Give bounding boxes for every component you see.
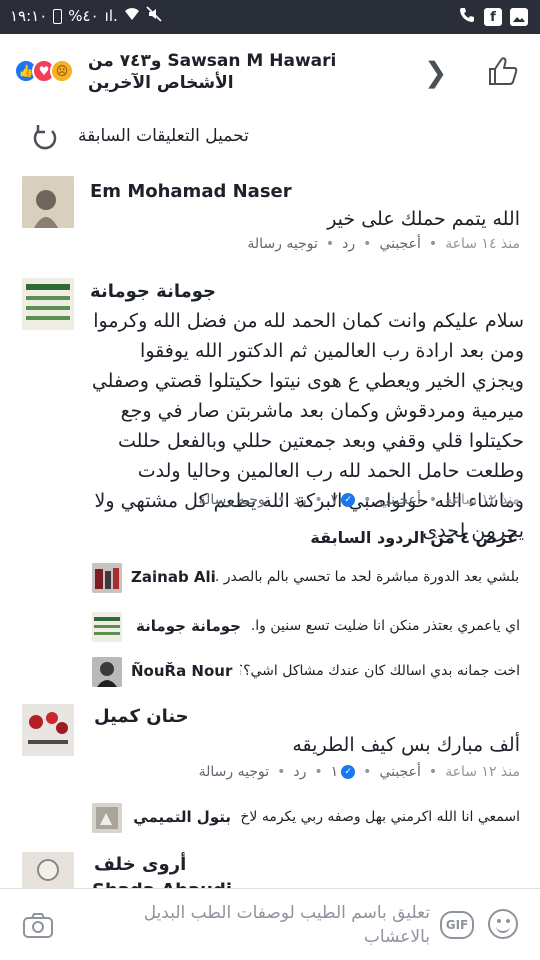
avatar[interactable] bbox=[92, 563, 122, 593]
sad-reaction-icon: ☹ bbox=[50, 59, 74, 83]
reply-author: Zainab Ali bbox=[131, 568, 216, 586]
reply-item[interactable]: بتول التميمي اسمعي انا الله اكرمني بهل و… bbox=[0, 803, 540, 833]
comment-text: ألف مبارك بس كيف الطريقه bbox=[292, 734, 520, 756]
reply-item[interactable]: ÑouŘa Nour اخت جمانه بدي اسالك كان عندك … bbox=[0, 657, 540, 687]
reply-link[interactable]: رد bbox=[293, 764, 306, 780]
avatar[interactable] bbox=[22, 852, 74, 888]
comment-meta: منذ ١٢ ساعة • أعجبني • ✓ ٧ • رد • توجيه ر… bbox=[198, 492, 520, 508]
comment: أروى خلف Shada Abaudi bbox=[0, 852, 540, 888]
reply-link[interactable]: رد bbox=[342, 236, 355, 252]
thumbs-up-icon bbox=[489, 57, 518, 85]
avatar[interactable] bbox=[22, 176, 74, 228]
wifi-icon bbox=[124, 7, 140, 25]
comment-input[interactable]: تعليق باسم الطيب لوصفات الطب البديل بالا… bbox=[130, 901, 430, 949]
comment-author[interactable]: أروى خلف bbox=[94, 854, 186, 875]
comment-time: منذ ١٤ ساعة bbox=[445, 236, 520, 252]
battery-level: %٤٠ bbox=[68, 7, 99, 25]
reply-author: بتول التميمي bbox=[133, 808, 231, 826]
avatar[interactable] bbox=[22, 278, 74, 330]
gallery-icon bbox=[510, 8, 528, 26]
emoji-icon[interactable] bbox=[488, 909, 518, 939]
message-link[interactable]: توجيه رسالة bbox=[199, 492, 270, 508]
comment-meta: منذ ١٢ ساعة • أعجبني • ✓ ١ • رد • توجيه ر… bbox=[198, 764, 520, 780]
reaction-count[interactable]: ✓ ١ bbox=[331, 764, 356, 780]
like-reaction-icon: ✓ bbox=[341, 765, 356, 779]
reply-text: بلشي بعد الدورة مباشرة لحد ما تحسي بالم … bbox=[206, 569, 520, 585]
phone-icon bbox=[458, 6, 476, 28]
like-link[interactable]: أعجبني bbox=[379, 236, 420, 252]
comment-time: منذ ١٢ ساعة bbox=[445, 764, 520, 780]
reactions-text[interactable]: Sawsan M Hawari و٧٤٣ من الأشخاص الآخرين bbox=[88, 50, 388, 94]
reply-text: اخت جمانه بدي اسالك كان عندك مشاكل اشي؟؟… bbox=[240, 663, 520, 679]
comment-text: سلام عليكم وانت كمان الحمد لله من فضل ال… bbox=[91, 310, 524, 542]
reactions-header: 👍 ♥ ☹ Sawsan M Hawari و٧٤٣ من الأشخاص ال… bbox=[0, 34, 540, 110]
reaction-summary[interactable]: 👍 ♥ ☹ bbox=[14, 59, 74, 83]
reply-link[interactable]: رد bbox=[293, 492, 306, 508]
like-button[interactable] bbox=[486, 54, 520, 88]
avatar[interactable] bbox=[22, 704, 74, 756]
reply-text: اسمعي انا الله اكرمني بهل وصفه ربي يكرمه… bbox=[240, 809, 520, 825]
load-previous-label: تحميل التعليقات السابقة bbox=[78, 126, 249, 146]
reply-text: اي ياعمري بعتذر منكن انا ضليت تسع سنين و… bbox=[250, 618, 520, 634]
comment-composer: تعليق باسم الطيب لوصفات الطب البديل بالا… bbox=[0, 888, 540, 960]
message-link[interactable]: توجيه رسالة bbox=[247, 236, 318, 252]
facebook-icon: f bbox=[484, 8, 502, 26]
message-link[interactable]: توجيه رسالة bbox=[199, 764, 270, 780]
status-bar: ١٩:١٠ %٤٠ ıl. f bbox=[0, 0, 540, 34]
gif-button[interactable]: GIF bbox=[440, 911, 474, 939]
reply-item[interactable]: Zainab Ali بلشي بعد الدورة مباشرة لحد ما… bbox=[0, 563, 540, 593]
like-link[interactable]: أعجبني bbox=[379, 492, 420, 508]
battery-icon bbox=[53, 8, 63, 24]
notification-icons: f bbox=[458, 6, 528, 28]
signal-icon: ıl. bbox=[104, 7, 118, 25]
comment-author[interactable]: Em Mohamad Naser bbox=[90, 181, 292, 202]
reply-item[interactable]: جومانة جومانة اي ياعمري بعتذر منكن انا ض… bbox=[0, 612, 540, 642]
reply-author: جومانة جومانة bbox=[136, 617, 241, 635]
view-previous-replies[interactable]: عرض ٤ من الردود السابقة bbox=[0, 528, 540, 547]
partial-reply-author[interactable]: Shada Abaudi bbox=[92, 880, 232, 888]
refresh-icon bbox=[30, 122, 60, 152]
status-indicators: ١٩:١٠ %٤٠ ıl. bbox=[10, 6, 162, 26]
like-link[interactable]: أعجبني bbox=[379, 764, 420, 780]
comment-author[interactable]: حنان كميل bbox=[94, 706, 189, 727]
comment-author[interactable]: جومانة جومانة bbox=[90, 281, 216, 302]
comment-time: منذ ١٢ ساعة bbox=[445, 492, 520, 508]
reply-author: ÑouŘa Nour bbox=[131, 662, 233, 680]
avatar[interactable] bbox=[92, 803, 122, 833]
avatar[interactable] bbox=[92, 657, 122, 687]
reaction-count[interactable]: ✓ ٧ bbox=[331, 492, 356, 508]
mute-icon bbox=[146, 6, 162, 26]
comment-text: الله يتمم حملك على خير bbox=[327, 208, 520, 230]
comment-meta: منذ ١٤ ساعة • أعجبني • رد • توجيه رسالة bbox=[247, 236, 520, 252]
load-previous-comments[interactable]: تحميل التعليقات السابقة bbox=[0, 118, 540, 158]
status-time: ١٩:١٠ bbox=[10, 7, 48, 25]
chevron-right-icon[interactable]: ❯ bbox=[424, 56, 447, 89]
like-reaction-icon: ✓ bbox=[341, 493, 356, 507]
avatar[interactable] bbox=[92, 612, 122, 642]
camera-icon[interactable] bbox=[22, 911, 54, 939]
